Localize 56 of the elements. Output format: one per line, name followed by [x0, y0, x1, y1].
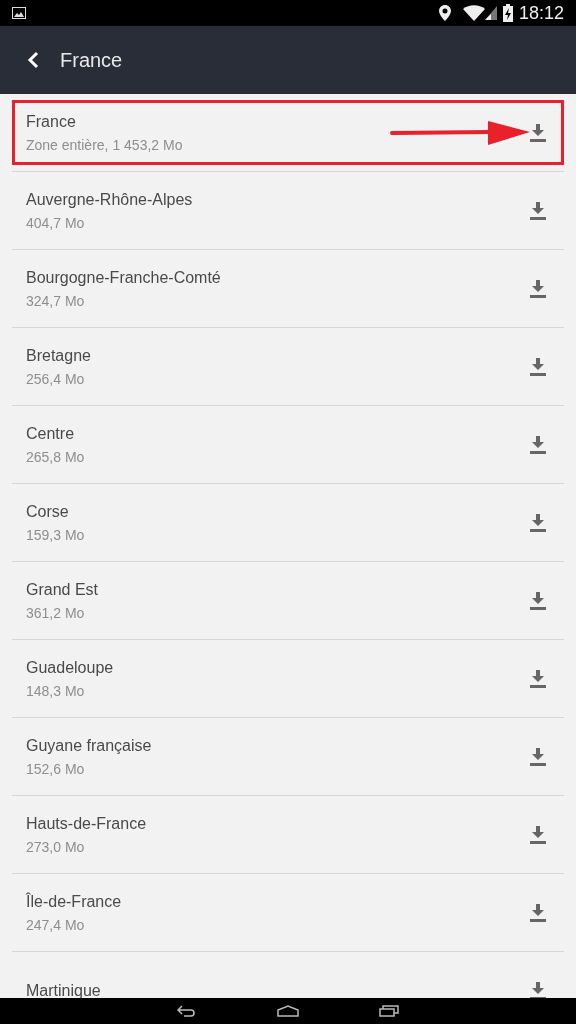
region-name: France [26, 111, 77, 132]
region-name: Bourgogne-Franche-Comté [26, 267, 222, 288]
battery-icon [502, 4, 513, 22]
region-name: Guadeloupe [26, 657, 115, 678]
clock-time: 18:12 [518, 1, 564, 25]
download-icon[interactable] [530, 591, 546, 610]
region-name: Guyane française [26, 735, 153, 756]
region-size: 361,2 Mo [26, 603, 86, 623]
region-name: Grand Est [26, 579, 100, 600]
region-item[interactable]: Guyane française 152,6 Mo [12, 718, 564, 796]
download-icon[interactable] [530, 279, 546, 298]
region-size: 273,0 Mo [26, 837, 86, 857]
download-icon[interactable] [530, 201, 546, 220]
region-item[interactable]: Corse 159,3 Mo [12, 484, 564, 562]
header-title: France [60, 48, 123, 73]
download-icon[interactable] [530, 903, 546, 922]
region-item[interactable]: Guadeloupe 148,3 Mo [12, 640, 564, 718]
location-icon [438, 5, 451, 21]
region-item[interactable]: Auvergne-Rhône-Alpes 404,7 Mo [12, 172, 564, 250]
region-size: 152,6 Mo [26, 759, 86, 779]
region-name: Corse [26, 501, 70, 522]
region-item[interactable]: Bretagne 256,4 Mo [12, 328, 564, 406]
region-size: 256,4 Mo [26, 369, 86, 389]
region-name: Bretagne [26, 345, 92, 366]
recent-apps-icon[interactable] [379, 1005, 399, 1017]
region-name: Auvergne-Rhône-Alpes [26, 189, 194, 210]
region-name: Martinique [26, 980, 102, 998]
back-icon[interactable] [177, 1005, 197, 1017]
region-item[interactable]: Bourgogne-Franche-Comté 324,7 Mo [12, 250, 564, 328]
region-size: 324,7 Mo [26, 291, 86, 311]
region-item[interactable]: Hauts-de-France 273,0 Mo [12, 796, 564, 874]
region-size: 159,3 Mo [26, 525, 86, 545]
region-item[interactable]: Centre 265,8 Mo [12, 406, 564, 484]
download-icon[interactable] [530, 981, 546, 998]
region-size: 247,4 Mo [26, 915, 86, 935]
download-icon[interactable] [530, 825, 546, 844]
download-icon[interactable] [530, 513, 546, 532]
home-icon[interactable] [277, 1005, 299, 1017]
region-name: Hauts-de-France [26, 813, 148, 834]
region-item[interactable]: Grand Est 361,2 Mo [12, 562, 564, 640]
region-size: 148,3 Mo [26, 681, 86, 701]
image-icon [12, 7, 26, 19]
region-size: 265,8 Mo [26, 447, 86, 467]
region-size: 404,7 Mo [26, 213, 86, 233]
signal-icon [484, 6, 497, 20]
download-icon[interactable] [530, 747, 546, 766]
download-icon[interactable] [530, 357, 546, 376]
region-name: Centre [26, 423, 76, 444]
download-icon[interactable] [530, 669, 546, 688]
wifi-icon [462, 5, 485, 21]
region-size: Zone entière, 1 453,2 Mo [26, 135, 184, 155]
region-item[interactable]: France Zone entière, 1 453,2 Mo [12, 94, 564, 172]
region-name: Île-de-France [26, 891, 123, 912]
download-icon[interactable] [530, 123, 546, 142]
download-icon[interactable] [530, 435, 546, 454]
region-item[interactable]: Île-de-France 247,4 Mo [12, 874, 564, 952]
